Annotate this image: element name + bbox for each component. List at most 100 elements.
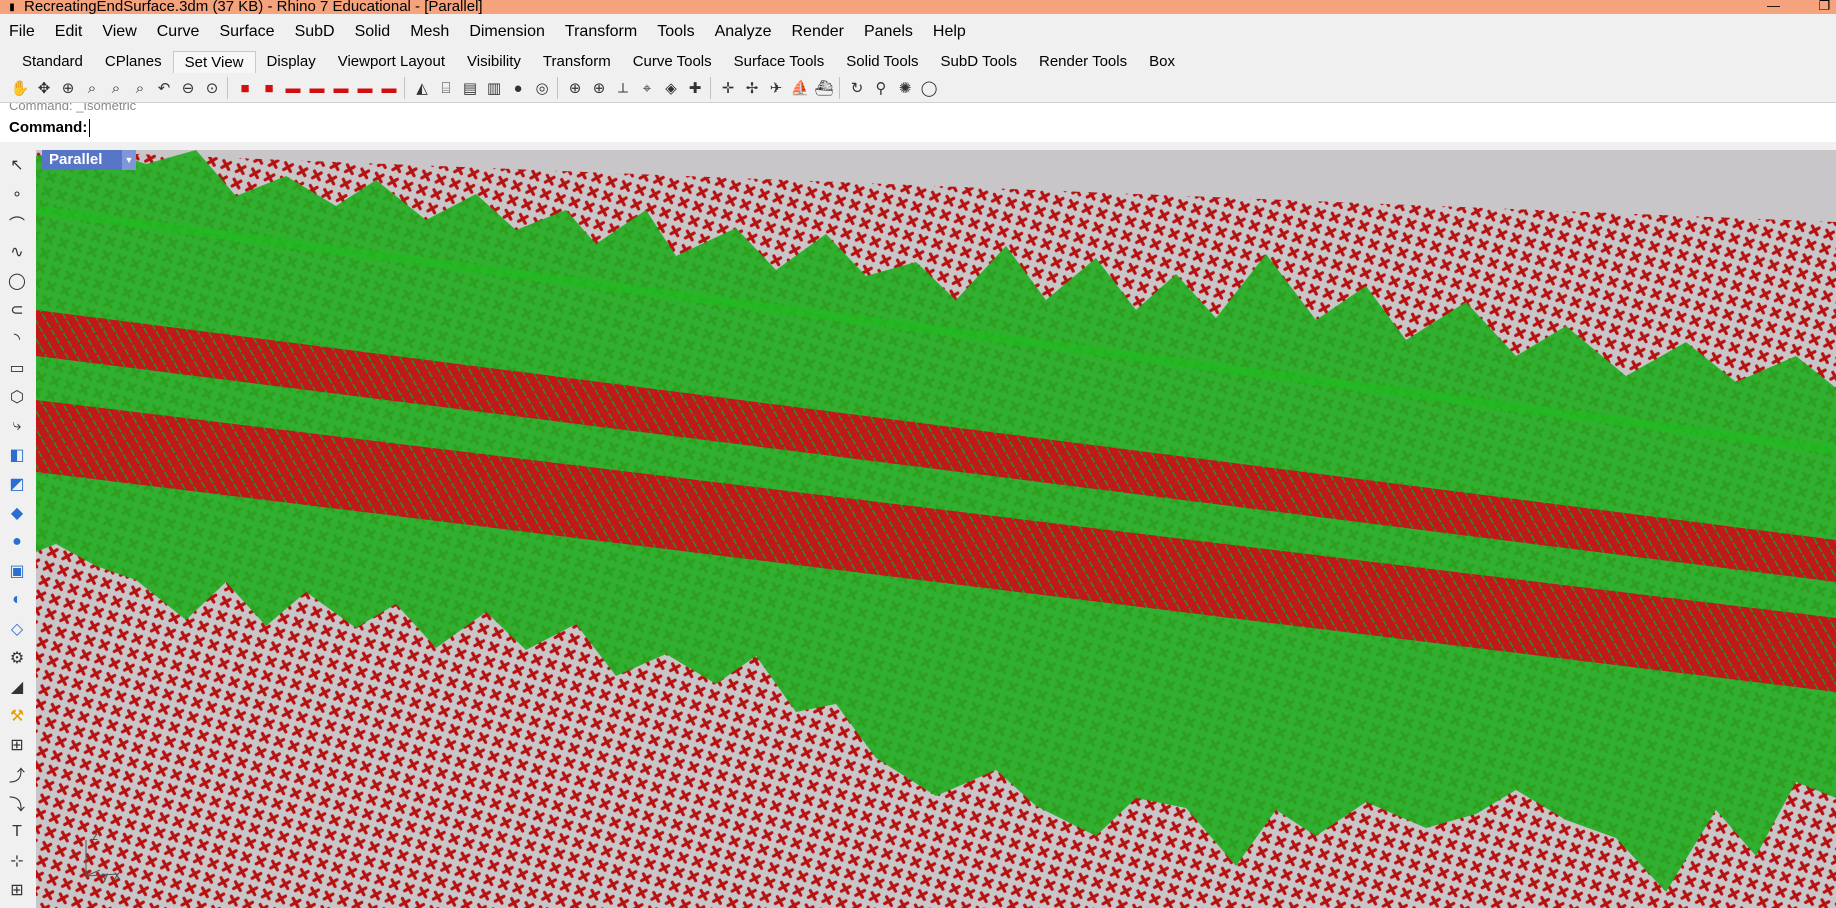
menu-file[interactable]: File [0, 23, 45, 41]
split-icon[interactable]: ⤵ [4, 790, 30, 816]
sphere-icon[interactable]: ● [4, 529, 30, 555]
layout-icon[interactable]: ⊞ [4, 877, 30, 903]
car-left-icon[interactable]: ▬ [281, 76, 305, 100]
array-icon[interactable]: ⊞ [4, 732, 30, 758]
box-view-icon[interactable]: ◈ [659, 76, 683, 100]
tab-box[interactable]: Box [1138, 51, 1186, 73]
tab-cplanes[interactable]: CPlanes [94, 51, 173, 73]
transform-icon[interactable]: ⚙ [4, 645, 30, 671]
elevation-icon[interactable]: ✛ [716, 76, 740, 100]
undo-view-icon[interactable]: ↶ [152, 76, 176, 100]
menu-analyze[interactable]: Analyze [705, 23, 782, 41]
light-icon[interactable]: ✺ [893, 76, 917, 100]
car-top-icon[interactable]: ▬ [377, 76, 401, 100]
ellipse-icon[interactable]: ⊂ [4, 297, 30, 323]
ship-icon[interactable]: ⛵ [788, 76, 812, 100]
align-icon[interactable]: ⚒ [4, 703, 30, 729]
text-icon[interactable]: T [4, 819, 30, 845]
polyline-icon[interactable]: ⌒ [4, 210, 30, 236]
car-front-icon[interactable]: ▬ [305, 76, 329, 100]
menu-edit[interactable]: Edit [45, 23, 93, 41]
toolbar-tab-strip: Standard CPlanes Set View Display Viewport L… [0, 49, 1836, 73]
surface-from-curves-icon[interactable]: ◧ [4, 442, 30, 468]
viewport-menu-arrow-icon[interactable]: ▼ [122, 150, 136, 170]
pan-icon[interactable]: ✋ [8, 76, 32, 100]
menu-subd[interactable]: SubD [285, 23, 345, 41]
tab-curve-tools[interactable]: Curve Tools [622, 51, 723, 73]
cylinder-icon[interactable]: ▣ [4, 558, 30, 584]
plane-icon[interactable]: ✢ [740, 76, 764, 100]
zoom-out-icon[interactable]: ⊖ [176, 76, 200, 100]
target-icon[interactable]: ⊕ [563, 76, 587, 100]
circle-icon[interactable]: ◯ [4, 268, 30, 294]
tab-solid-tools[interactable]: Solid Tools [835, 51, 929, 73]
camera-lens-icon[interactable]: ⟂ [611, 76, 635, 100]
select-icon[interactable]: ↖ [4, 152, 30, 178]
two-point-icon[interactable]: ◎ [530, 76, 554, 100]
zoom-window-icon[interactable]: ⌕ [80, 76, 104, 100]
boolean-icon[interactable]: ◐ [4, 587, 30, 613]
car-back-icon[interactable]: ▬ [353, 76, 377, 100]
point-icon[interactable]: ∘ [4, 181, 30, 207]
box-icon[interactable]: ◆ [4, 500, 30, 526]
curve-icon[interactable]: ∿ [4, 239, 30, 265]
command-input-cursor[interactable] [89, 119, 90, 137]
fillet-curve-icon[interactable]: ⤷ [4, 413, 30, 439]
tab-viewport-layout[interactable]: Viewport Layout [327, 51, 456, 73]
command-area[interactable]: Command: _Isometric Command: [0, 102, 1836, 142]
named-view-icon[interactable]: ▤ [458, 76, 482, 100]
tab-display[interactable]: Display [256, 51, 327, 73]
menu-tools[interactable]: Tools [647, 23, 704, 41]
menu-curve[interactable]: Curve [147, 23, 210, 41]
restore-icon[interactable]: ❐ [1818, 0, 1830, 14]
place-camera-icon[interactable]: ⌖ [635, 76, 659, 100]
car-right-icon[interactable]: ▬ [329, 76, 353, 100]
menu-surface[interactable]: Surface [209, 23, 284, 41]
boat-icon[interactable]: ⛴ [812, 76, 836, 100]
rectangle-icon[interactable]: ▭ [4, 355, 30, 381]
set-target-icon[interactable]: ⊕ [587, 76, 611, 100]
camera-icon[interactable]: ⌸ [434, 76, 458, 100]
zoom-extents-icon[interactable]: ⌕ [104, 76, 128, 100]
trim-icon[interactable]: ⤴ [4, 761, 30, 787]
walkabout-icon[interactable]: ↻ [845, 76, 869, 100]
compass-icon[interactable]: ◯ [917, 76, 941, 100]
rotate-view-icon[interactable]: ✥ [32, 76, 56, 100]
sphere-view-icon[interactable]: ● [506, 76, 530, 100]
tab-transform[interactable]: Transform [532, 51, 622, 73]
airplane-icon[interactable]: ✈ [764, 76, 788, 100]
menu-transform[interactable]: Transform [555, 23, 647, 41]
grid-snap-icon[interactable]: ⊹ [4, 848, 30, 874]
front-view-icon[interactable]: ■ [233, 76, 257, 100]
tab-render-tools[interactable]: Render Tools [1028, 51, 1138, 73]
named-cplane-icon[interactable]: ▥ [482, 76, 506, 100]
minimize-icon[interactable]: — [1767, 0, 1780, 13]
walk-icon[interactable]: ⚲ [869, 76, 893, 100]
zoom-dynamic-icon[interactable]: ⊕ [56, 76, 80, 100]
menu-dimension[interactable]: Dimension [459, 23, 555, 41]
menu-mesh[interactable]: Mesh [400, 23, 459, 41]
menu-render[interactable]: Render [782, 23, 854, 41]
menu-panels[interactable]: Panels [854, 23, 923, 41]
back-view-icon[interactable]: ■ [257, 76, 281, 100]
extrude-icon[interactable]: ◩ [4, 471, 30, 497]
menu-solid[interactable]: Solid [345, 23, 401, 41]
menu-help[interactable]: Help [923, 23, 976, 41]
polygon-icon[interactable]: ⬡ [4, 384, 30, 410]
tab-visibility[interactable]: Visibility [456, 51, 532, 73]
plan-view-icon[interactable]: ✚ [683, 76, 707, 100]
viewport-title-tab[interactable]: Parallel [42, 150, 122, 170]
arc-icon[interactable]: ◝ [4, 326, 30, 352]
move-icon[interactable]: ◢ [4, 674, 30, 700]
mesh-icon[interactable]: ◇ [4, 616, 30, 642]
tab-subd-tools[interactable]: SubD Tools [930, 51, 1028, 73]
window-title: RecreatingEndSurface.3dm (37 KB) - Rhino… [24, 0, 483, 15]
perspective-icon[interactable]: ◭ [410, 76, 434, 100]
tab-surface-tools[interactable]: Surface Tools [723, 51, 836, 73]
tab-standard[interactable]: Standard [11, 51, 94, 73]
menu-view[interactable]: View [92, 23, 146, 41]
tab-set-view[interactable]: Set View [172, 51, 256, 73]
parallel-viewport[interactable]: Parallel ▼ z y x [36, 150, 1836, 908]
zoom-1to1-icon[interactable]: ⊙ [200, 76, 224, 100]
zoom-selected-icon[interactable]: ⌕ [128, 76, 152, 100]
